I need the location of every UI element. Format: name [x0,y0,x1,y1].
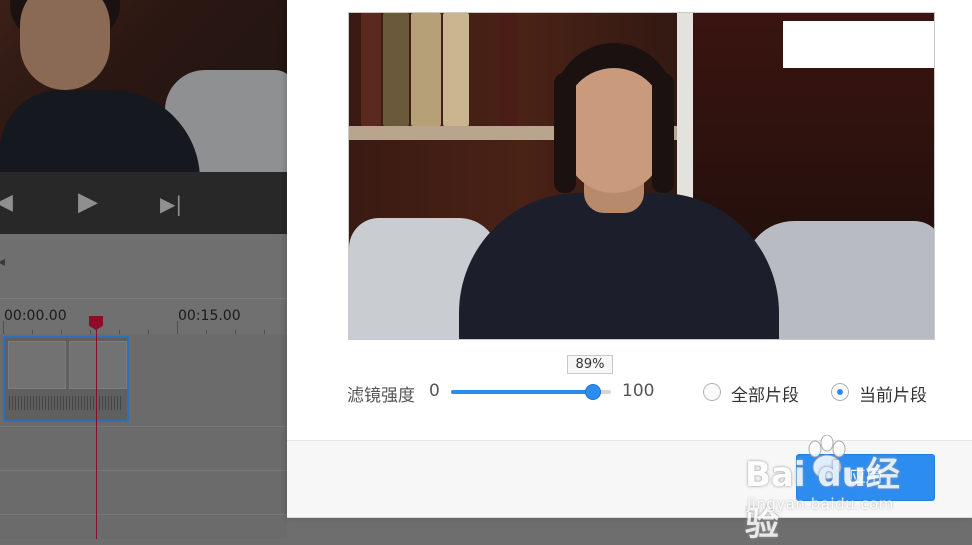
intensity-label: 滤镜强度 [347,386,415,406]
timeline-toolbar: ◂ [0,234,287,298]
play-icon[interactable]: ▶ [78,189,98,215]
radio-label: 全部片段 [731,386,799,406]
clip-thumbnail [69,341,127,389]
clip-audio-waveform [9,396,123,410]
radio-label: 当前片段 [859,386,927,406]
timeline-clip[interactable] [3,336,129,422]
intensity-max-label: 100 [622,381,655,401]
apply-button[interactable]: 应用 [796,454,935,501]
timeline-ruler[interactable]: 00:00.00 00:15.00 [0,298,287,335]
radio-button[interactable] [831,383,849,401]
track-divider [0,426,287,427]
clip-thumbnail [8,341,66,389]
preview-person-head [564,68,664,193]
intensity-slider[interactable] [451,384,611,400]
filter-video-preview [348,12,935,340]
preview-book [411,13,441,126]
editor-video-preview [0,0,287,172]
intensity-slider-thumb[interactable] [585,384,602,400]
radio-button[interactable] [703,383,721,401]
skip-previous-icon[interactable]: ◀ [0,192,13,214]
track-divider [0,470,287,471]
preview-person-hair [652,73,674,193]
skip-next-icon[interactable]: ▶| [160,193,182,215]
preview-person-hair [554,73,576,193]
preview-window-frame [677,13,693,213]
preview-book [443,13,469,126]
preview-book [499,13,517,126]
preview-book [361,13,381,126]
ruler-tick [177,321,178,335]
preview-book [383,13,409,126]
player-controls: ◀ ▶ ▶| [0,172,287,234]
intensity-slider-fill [451,390,594,394]
intensity-min-label: 0 [429,381,440,401]
preview-watermark-mask [783,21,934,68]
preview-person-head [20,0,110,90]
ruler-tick [3,321,4,335]
intensity-value-tooltip: 89% [567,355,613,374]
time-label-start: 00:00.00 [4,308,67,324]
toolbar-handle-icon: ◂ [0,254,6,270]
dialog-footer: 应用 [287,441,972,517]
timeline-track [0,334,287,539]
time-label-15: 00:15.00 [178,308,241,324]
playhead-line[interactable] [96,318,97,539]
filter-dialog: 89% 滤镜强度 0 100 全部片段 当前片段 应用 [287,0,972,518]
track-divider [0,514,287,515]
